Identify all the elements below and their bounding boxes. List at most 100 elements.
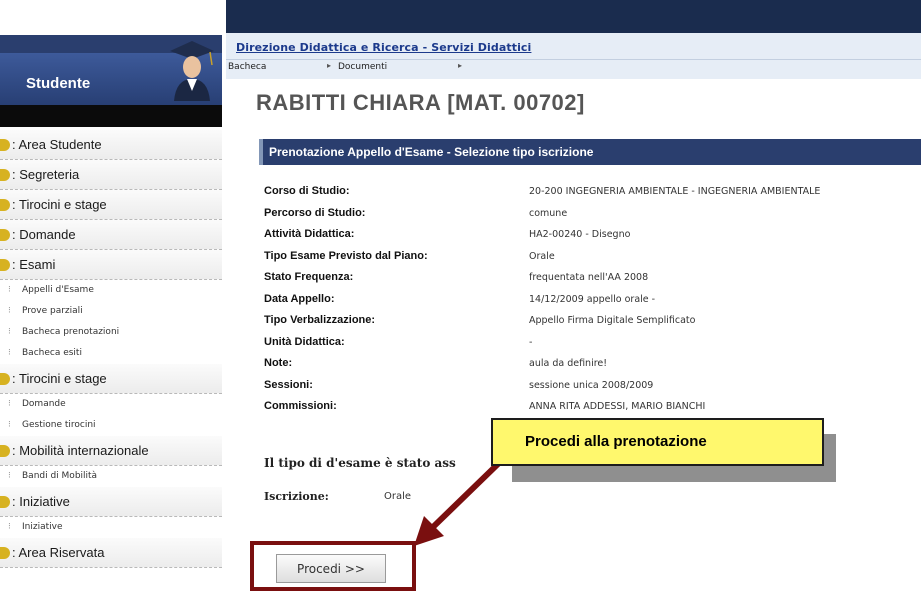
sidebar-section-label: : Segreteria [12,167,80,182]
sidebar-header: Studente [0,41,222,105]
sidebar-section-label: : Domande [12,227,76,242]
menu-bullet-icon [0,373,10,385]
detail-value: - [529,336,533,348]
menu-bullet-icon [0,259,10,271]
sidebar-section-tirocini[interactable]: : Tirocini e stage [0,190,222,220]
sidebar-item-label: Iniziative [22,522,63,532]
detail-value: sessione unica 2008/2009 [529,379,654,391]
detail-label: Note: [264,357,293,369]
sidebar-section-area-studente[interactable]: : Area Studente [0,130,222,160]
detail-row: Tipo Esame Previsto dal Piano: Orale [264,247,921,269]
submenu-dot-icon: ⁝ [8,471,11,481]
detail-row: Attività Didattica: HA2-00240 - Disegno [264,225,921,247]
proceed-button[interactable]: Procedi >> [276,554,386,583]
sidebar-section-iniziative[interactable]: : Iniziative [0,487,222,517]
detail-row: Corso di Studio: 20-200 INGEGNERIA AMBIEN… [264,182,921,204]
detail-value: 14/12/2009 appello orale - [529,293,656,305]
detail-row: Unità Didattica: - [264,333,921,355]
detail-value: Appello Firma Digitale Semplificato [529,315,696,326]
detail-row: Sessioni: sessione unica 2008/2009 [264,376,921,398]
sidebar-section-label: : Area Studente [12,137,102,152]
sidebar-item-iniziative[interactable]: ⁝ Iniziative [0,517,222,538]
sidebar-section-tirocini-2[interactable]: : Tirocini e stage [0,364,222,394]
sidebar-section-label: : Mobilità internazionale [12,443,149,458]
detail-label: Percorso di Studio: [264,206,366,219]
exam-type-message: Il tipo di d'esame è stato ass [264,456,456,470]
detail-value: aula da definire! [529,358,608,369]
iscrizione-value: Orale [384,491,412,502]
menu-bullet-icon [0,169,10,181]
detail-label: Corso di Studio: [264,185,350,197]
detail-value: comune [529,207,568,219]
sidebar-item-label: Prove parziali [22,306,83,316]
callout-box: Procedi alla prenotazione [491,418,824,466]
panel-header: Prenotazione Appello d'Esame - Selezione… [259,139,921,165]
menu-bullet-icon [0,496,10,508]
sidebar-item-appelli[interactable]: ⁝ Appelli d'Esame [0,280,222,301]
detail-label: Commissioni: [264,400,337,412]
sidebar-item-label: Appelli d'Esame [22,285,94,295]
submenu-dot-icon: ⁝ [8,522,11,532]
sidebar: Studente : Area Studente : Segreteria : … [0,0,222,594]
sidebar-item-bacheca-esiti[interactable]: ⁝ Bacheca esiti [0,343,222,364]
detail-value: Orale [529,250,555,262]
menu-bullet-icon [0,229,10,241]
nav-bacheca-link[interactable]: Bacheca [228,62,266,72]
sidebar-section-area-riservata[interactable]: : Area Riservata [0,538,222,568]
top-nav-row: Bacheca ▸ Documenti ▸ [226,59,921,75]
sidebar-item-domande[interactable]: ⁝ Domande [0,394,222,415]
sidebar-item-gestione-tirocini[interactable]: ⁝ Gestione tirocini [0,415,222,436]
detail-row: Percorso di Studio: comune [264,204,921,226]
sidebar-section-esami[interactable]: : Esami [0,250,222,280]
iscrizione-label: Iscrizione: [264,490,329,503]
submenu-dot-icon: ⁝ [8,348,11,358]
sidebar-item-label: Domande [22,399,66,409]
menu-bullet-icon [0,547,10,559]
detail-row: Note: aula da definire! [264,354,921,376]
sidebar-item-bandi-mobilita[interactable]: ⁝ Bandi di Mobilità [0,466,222,487]
sidebar-section-label: : Iniziative [12,494,70,509]
submenu-dot-icon: ⁝ [8,327,11,337]
submenu-dot-icon: ⁝ [8,306,11,316]
sidebar-section-label: : Area Riservata [12,545,105,560]
callout-text: Procedi alla prenotazione [525,433,707,450]
sidebar-item-label: Bacheca esiti [22,348,82,358]
detail-row: Data Appello: 14/12/2009 appello orale - [264,290,921,312]
detail-label: Attività Didattica: [264,228,355,240]
sidebar-section-label: : Tirocini e stage [12,197,107,212]
nav-documenti-link[interactable]: Documenti [338,62,387,72]
sidebar-item-prove-parziali[interactable]: ⁝ Prove parziali [0,301,222,322]
detail-value: frequentata nell'AA 2008 [529,272,649,283]
detail-value: ANNA RITA ADDESSI, MARIO BIANCHI [529,401,706,412]
site-title-link[interactable]: Direzione Didattica e Ricerca - Servizi … [236,41,531,54]
sidebar-title: Studente [26,75,91,92]
detail-label: Tipo Verbalizzazione: [264,314,376,326]
detail-label: Sessioni: [264,378,313,391]
exam-details: Corso di Studio: 20-200 INGEGNERIA AMBIEN… [264,182,921,419]
detail-row: Commissioni: ANNA RITA ADDESSI, MARIO BIA… [264,397,921,419]
submenu-dot-icon: ⁝ [8,285,11,295]
sidebar-item-label: Gestione tirocini [22,420,96,430]
detail-row: Tipo Verbalizzazione: Appello Firma Digit… [264,311,921,333]
sidebar-section-mobilita[interactable]: : Mobilità internazionale [0,436,222,466]
detail-label: Unità Didattica: [264,335,345,348]
graduate-avatar-icon [170,41,214,101]
detail-value: HA2-00240 - Disegno [529,229,631,240]
top-header-bar [226,0,921,33]
detail-value: 20-200 INGEGNERIA AMBIENTALE - INGEGNERI… [529,186,821,197]
detail-row: Stato Frequenza: frequentata nell'AA 2008 [264,268,921,290]
sidebar-item-bacheca-prenotazioni[interactable]: ⁝ Bacheca prenotazioni [0,322,222,343]
site-nav-bar: Direzione Didattica e Ricerca - Servizi … [226,33,921,79]
student-name-heading: RABITTI CHIARA [MAT. 00702] [256,90,585,115]
sidebar-item-label: Bacheca prenotazioni [22,327,120,337]
submenu-dot-icon: ⁝ [8,420,11,430]
sidebar-section-domande[interactable]: : Domande [0,220,222,250]
menu-bullet-icon [0,445,10,457]
sidebar-divider-bar [0,105,222,127]
menu-bullet-icon [0,139,10,151]
menu-bullet-icon [0,199,10,211]
detail-label: Tipo Esame Previsto dal Piano: [264,249,428,262]
detail-label: Data Appello: [264,292,335,305]
detail-label: Stato Frequenza: [264,271,354,283]
sidebar-section-segreteria[interactable]: : Segreteria [0,160,222,190]
